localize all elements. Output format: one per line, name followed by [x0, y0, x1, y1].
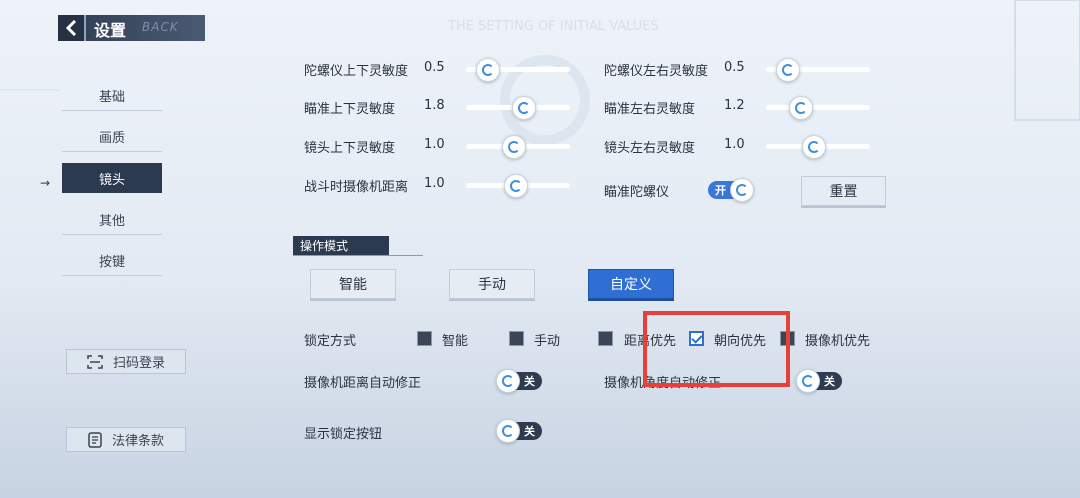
lens-vertical-slider[interactable]: [466, 135, 570, 159]
slider-knob[interactable]: [801, 135, 826, 159]
legal-terms-label: 法律条款: [111, 434, 164, 449]
gyro-vertical-value: 0.5: [424, 60, 445, 75]
nav-item-camera[interactable]: 镜头: [62, 163, 162, 193]
lock-mode-label: 锁定方式: [304, 334, 357, 349]
lock-smart-label: 智能: [442, 334, 469, 349]
toggle-knob: [496, 419, 520, 443]
aim-vertical-label: 瞄准上下灵敏度: [304, 102, 396, 117]
gyro-vertical-label: 陀螺仪上下灵敏度: [304, 64, 409, 79]
header-bar: 设置 BACK: [58, 15, 205, 41]
slider-knob[interactable]: [503, 174, 528, 198]
back-button[interactable]: [58, 15, 86, 41]
background-watermark: THE SETTING OF INITIAL VALUES: [447, 19, 659, 34]
reset-button[interactable]: 重置: [801, 176, 886, 206]
header-ghost-text: BACK: [142, 20, 179, 34]
toggle-knob: [796, 369, 820, 393]
aim-gyro-label: 瞄准陀螺仪: [604, 185, 670, 200]
aim-horizontal-slider[interactable]: [766, 96, 870, 120]
aim-vertical-slider[interactable]: [466, 96, 570, 120]
slider-knob[interactable]: [475, 58, 500, 82]
gyro-horizontal-label: 陀螺仪左右灵敏度: [604, 64, 709, 79]
background-decoration: THE SETTING OF INITIAL VALUES: [0, 0, 1080, 145]
lock-smart-checkbox[interactable]: [417, 331, 432, 346]
lens-horizontal-label: 镜头左右灵敏度: [604, 141, 696, 156]
aim-horizontal-value: 1.2: [724, 98, 745, 113]
toggle-state: 开: [715, 184, 726, 197]
lens-vertical-label: 镜头上下灵敏度: [304, 141, 396, 156]
slider-knob[interactable]: [775, 58, 800, 82]
slider-knob[interactable]: [512, 96, 537, 120]
slider-knob[interactable]: [789, 96, 814, 120]
gyro-horizontal-value: 0.5: [724, 60, 745, 75]
toggle-state: 关: [824, 375, 835, 388]
annotation-highlight-box: [643, 311, 790, 387]
camera-distance-label: 战斗时摄像机距离: [304, 180, 409, 195]
lens-vertical-value: 1.0: [424, 137, 445, 152]
nav-item-keys[interactable]: 按键: [62, 245, 162, 276]
active-arrow-icon: →: [40, 176, 51, 190]
legal-terms-button[interactable]: 法律条款: [66, 427, 186, 452]
scan-icon: [87, 354, 103, 369]
toggle-state: 关: [524, 375, 535, 388]
toggle-state: 关: [524, 425, 535, 438]
divider: [293, 255, 423, 256]
auto-angle-toggle[interactable]: 关: [796, 369, 842, 393]
aim-horizontal-label: 瞄准左右灵敏度: [604, 102, 696, 117]
aim-gyro-toggle[interactable]: 开: [708, 178, 754, 202]
lock-camera-label: 摄像机优先: [805, 334, 871, 349]
lens-horizontal-slider[interactable]: [766, 135, 870, 159]
nav-item-graphics[interactable]: 画质: [62, 121, 162, 152]
lock-distance-checkbox[interactable]: [598, 331, 613, 346]
scan-login-label: 扫码登录: [112, 356, 165, 371]
scan-login-button[interactable]: 扫码登录: [66, 349, 186, 374]
show-lock-button-label: 显示锁定按钮: [304, 427, 383, 442]
gyro-vertical-slider[interactable]: [466, 58, 570, 82]
camera-distance-slider[interactable]: [466, 174, 570, 198]
slider-knob[interactable]: [501, 135, 526, 159]
auto-distance-label: 摄像机距离自动修正: [304, 376, 422, 391]
document-icon: [88, 431, 102, 448]
mode-smart-button[interactable]: 智能: [310, 269, 396, 299]
chevron-left-icon: [65, 20, 77, 36]
aim-vertical-value: 1.8: [424, 98, 445, 113]
mode-custom-button[interactable]: 自定义: [588, 269, 674, 299]
lens-horizontal-value: 1.0: [724, 137, 745, 152]
section-title-operation-mode: 操作模式: [293, 236, 389, 255]
toggle-knob: [730, 178, 754, 202]
mode-manual-button[interactable]: 手动: [449, 269, 535, 299]
toggle-knob: [496, 369, 520, 393]
camera-distance-value: 1.0: [424, 176, 445, 191]
page-title: 设置: [94, 21, 127, 40]
show-lock-button-toggle[interactable]: 关: [496, 419, 542, 443]
gyro-horizontal-slider[interactable]: [766, 58, 870, 82]
auto-distance-toggle[interactable]: 关: [496, 369, 542, 393]
nav-item-basic[interactable]: 基础: [62, 80, 162, 111]
nav-item-other[interactable]: 其他: [62, 204, 162, 235]
lock-manual-checkbox[interactable]: [509, 331, 524, 346]
lock-manual-label: 手动: [534, 334, 561, 349]
